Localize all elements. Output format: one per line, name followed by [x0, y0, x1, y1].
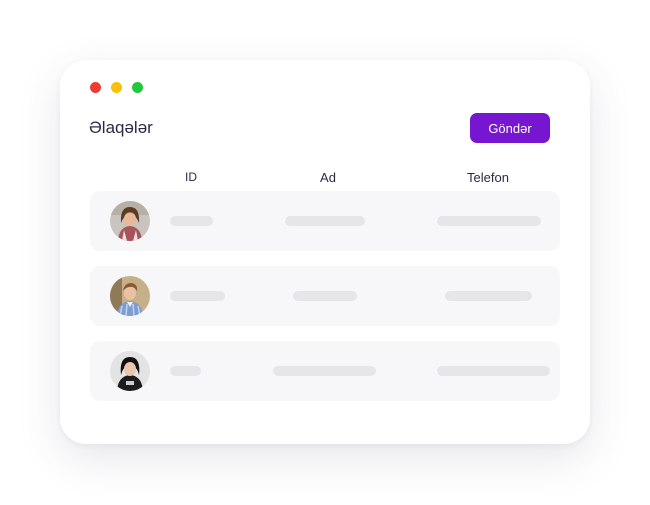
avatar [110, 201, 150, 241]
phone-placeholder [437, 366, 550, 376]
table-row[interactable] [90, 191, 560, 251]
maximize-window-dot[interactable] [132, 82, 143, 93]
minimize-window-dot[interactable] [111, 82, 122, 93]
id-placeholder [170, 291, 225, 301]
avatar [110, 351, 150, 391]
table-row[interactable] [90, 341, 560, 401]
column-header-id: ID [185, 170, 197, 184]
column-header-name: Ad [320, 170, 336, 185]
name-placeholder [293, 291, 357, 301]
table-row[interactable] [90, 266, 560, 326]
name-placeholder [285, 216, 365, 226]
phone-placeholder [437, 216, 541, 226]
id-placeholder [170, 216, 213, 226]
close-window-dot[interactable] [90, 82, 101, 93]
id-placeholder [170, 366, 201, 376]
phone-placeholder [445, 291, 532, 301]
page-title: Əlaqələr [89, 118, 153, 137]
send-button[interactable]: Göndər [470, 113, 550, 143]
avatar [110, 276, 150, 316]
name-placeholder [273, 366, 376, 376]
contacts-window: Əlaqələr Göndər ID Ad Telefon [60, 60, 590, 444]
column-header-phone: Telefon [467, 170, 509, 185]
